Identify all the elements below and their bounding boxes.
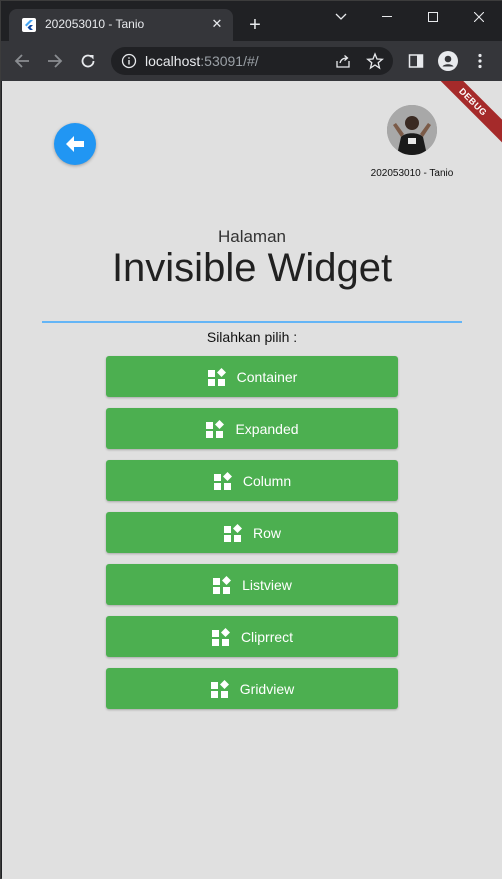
- side-panel-icon[interactable]: [405, 50, 427, 72]
- widgets-icon: [213, 471, 232, 490]
- tab-bar: 202053010 - Tanio ✕ +: [1, 1, 502, 41]
- new-tab-icon[interactable]: +: [245, 15, 265, 35]
- page-subtitle: Halaman: [217, 227, 287, 246]
- tab-title: 202053010 - Tanio: [45, 17, 145, 31]
- row-button[interactable]: Row: [106, 512, 398, 553]
- widgets-icon: [207, 367, 226, 386]
- select-prompt: Silahkan pilih :: [206, 329, 298, 345]
- browser-tab[interactable]: 202053010 - Tanio ✕: [9, 9, 233, 41]
- back-nav-icon[interactable]: [11, 50, 33, 72]
- widgets-icon: [210, 679, 229, 698]
- forward-nav-icon[interactable]: [44, 50, 66, 72]
- app-viewport: DEBUG 202053010 - Tanio Halaman Invisibl…: [2, 81, 502, 879]
- profile-icon[interactable]: [437, 50, 459, 72]
- cliprrect-button[interactable]: Cliprrect: [106, 616, 398, 657]
- button-label: Cliprrect: [240, 628, 294, 645]
- reload-icon[interactable]: [77, 50, 99, 72]
- url-host: localhost: [145, 53, 201, 69]
- avatar-caption: 202053010 - Tanio: [370, 168, 454, 179]
- page-title: Invisible Widget: [111, 246, 393, 290]
- address-bar[interactable]: localhost:53091/#/: [111, 47, 393, 75]
- bookmark-star-icon[interactable]: [366, 52, 384, 70]
- url-path: :53091/#/: [200, 53, 259, 69]
- arrow-left-icon: [66, 136, 84, 152]
- menu-kebab-icon[interactable]: [469, 50, 491, 72]
- column-button[interactable]: Column: [106, 460, 398, 501]
- maximize-icon[interactable]: [410, 1, 456, 33]
- minimize-icon[interactable]: [364, 1, 410, 33]
- browser-toolbar: localhost:53091/#/: [1, 41, 502, 81]
- avatar: [387, 105, 437, 155]
- info-icon[interactable]: [121, 53, 137, 69]
- debug-banner: DEBUG: [428, 81, 502, 147]
- widgets-icon: [213, 575, 232, 594]
- divider: [42, 321, 462, 323]
- button-label: Column: [242, 472, 292, 489]
- container-button[interactable]: Container: [106, 356, 398, 397]
- window-close-icon[interactable]: [456, 1, 502, 33]
- button-label: Expanded: [235, 420, 299, 437]
- profile-photo: [387, 105, 437, 155]
- flutter-icon: [22, 18, 36, 32]
- button-label: Container: [236, 368, 298, 385]
- button-label: Row: [252, 524, 281, 541]
- widgets-icon: [223, 523, 242, 542]
- widgets-icon: [211, 627, 230, 646]
- tab-close-icon[interactable]: ✕: [208, 15, 226, 33]
- share-icon[interactable]: [335, 53, 351, 69]
- expanded-button[interactable]: Expanded: [106, 408, 398, 449]
- listview-button[interactable]: Listview: [106, 564, 398, 605]
- browser-window: 202053010 - Tanio ✕ + localhost:53091/#/…: [0, 0, 502, 879]
- widgets-icon: [206, 419, 225, 438]
- back-button[interactable]: [54, 123, 96, 165]
- url-text: localhost:53091/#/: [145, 53, 259, 69]
- gridview-button[interactable]: Gridview: [106, 668, 398, 709]
- button-label: Gridview: [239, 680, 295, 697]
- tab-search-icon[interactable]: [318, 1, 364, 33]
- button-label: Listview: [242, 576, 292, 593]
